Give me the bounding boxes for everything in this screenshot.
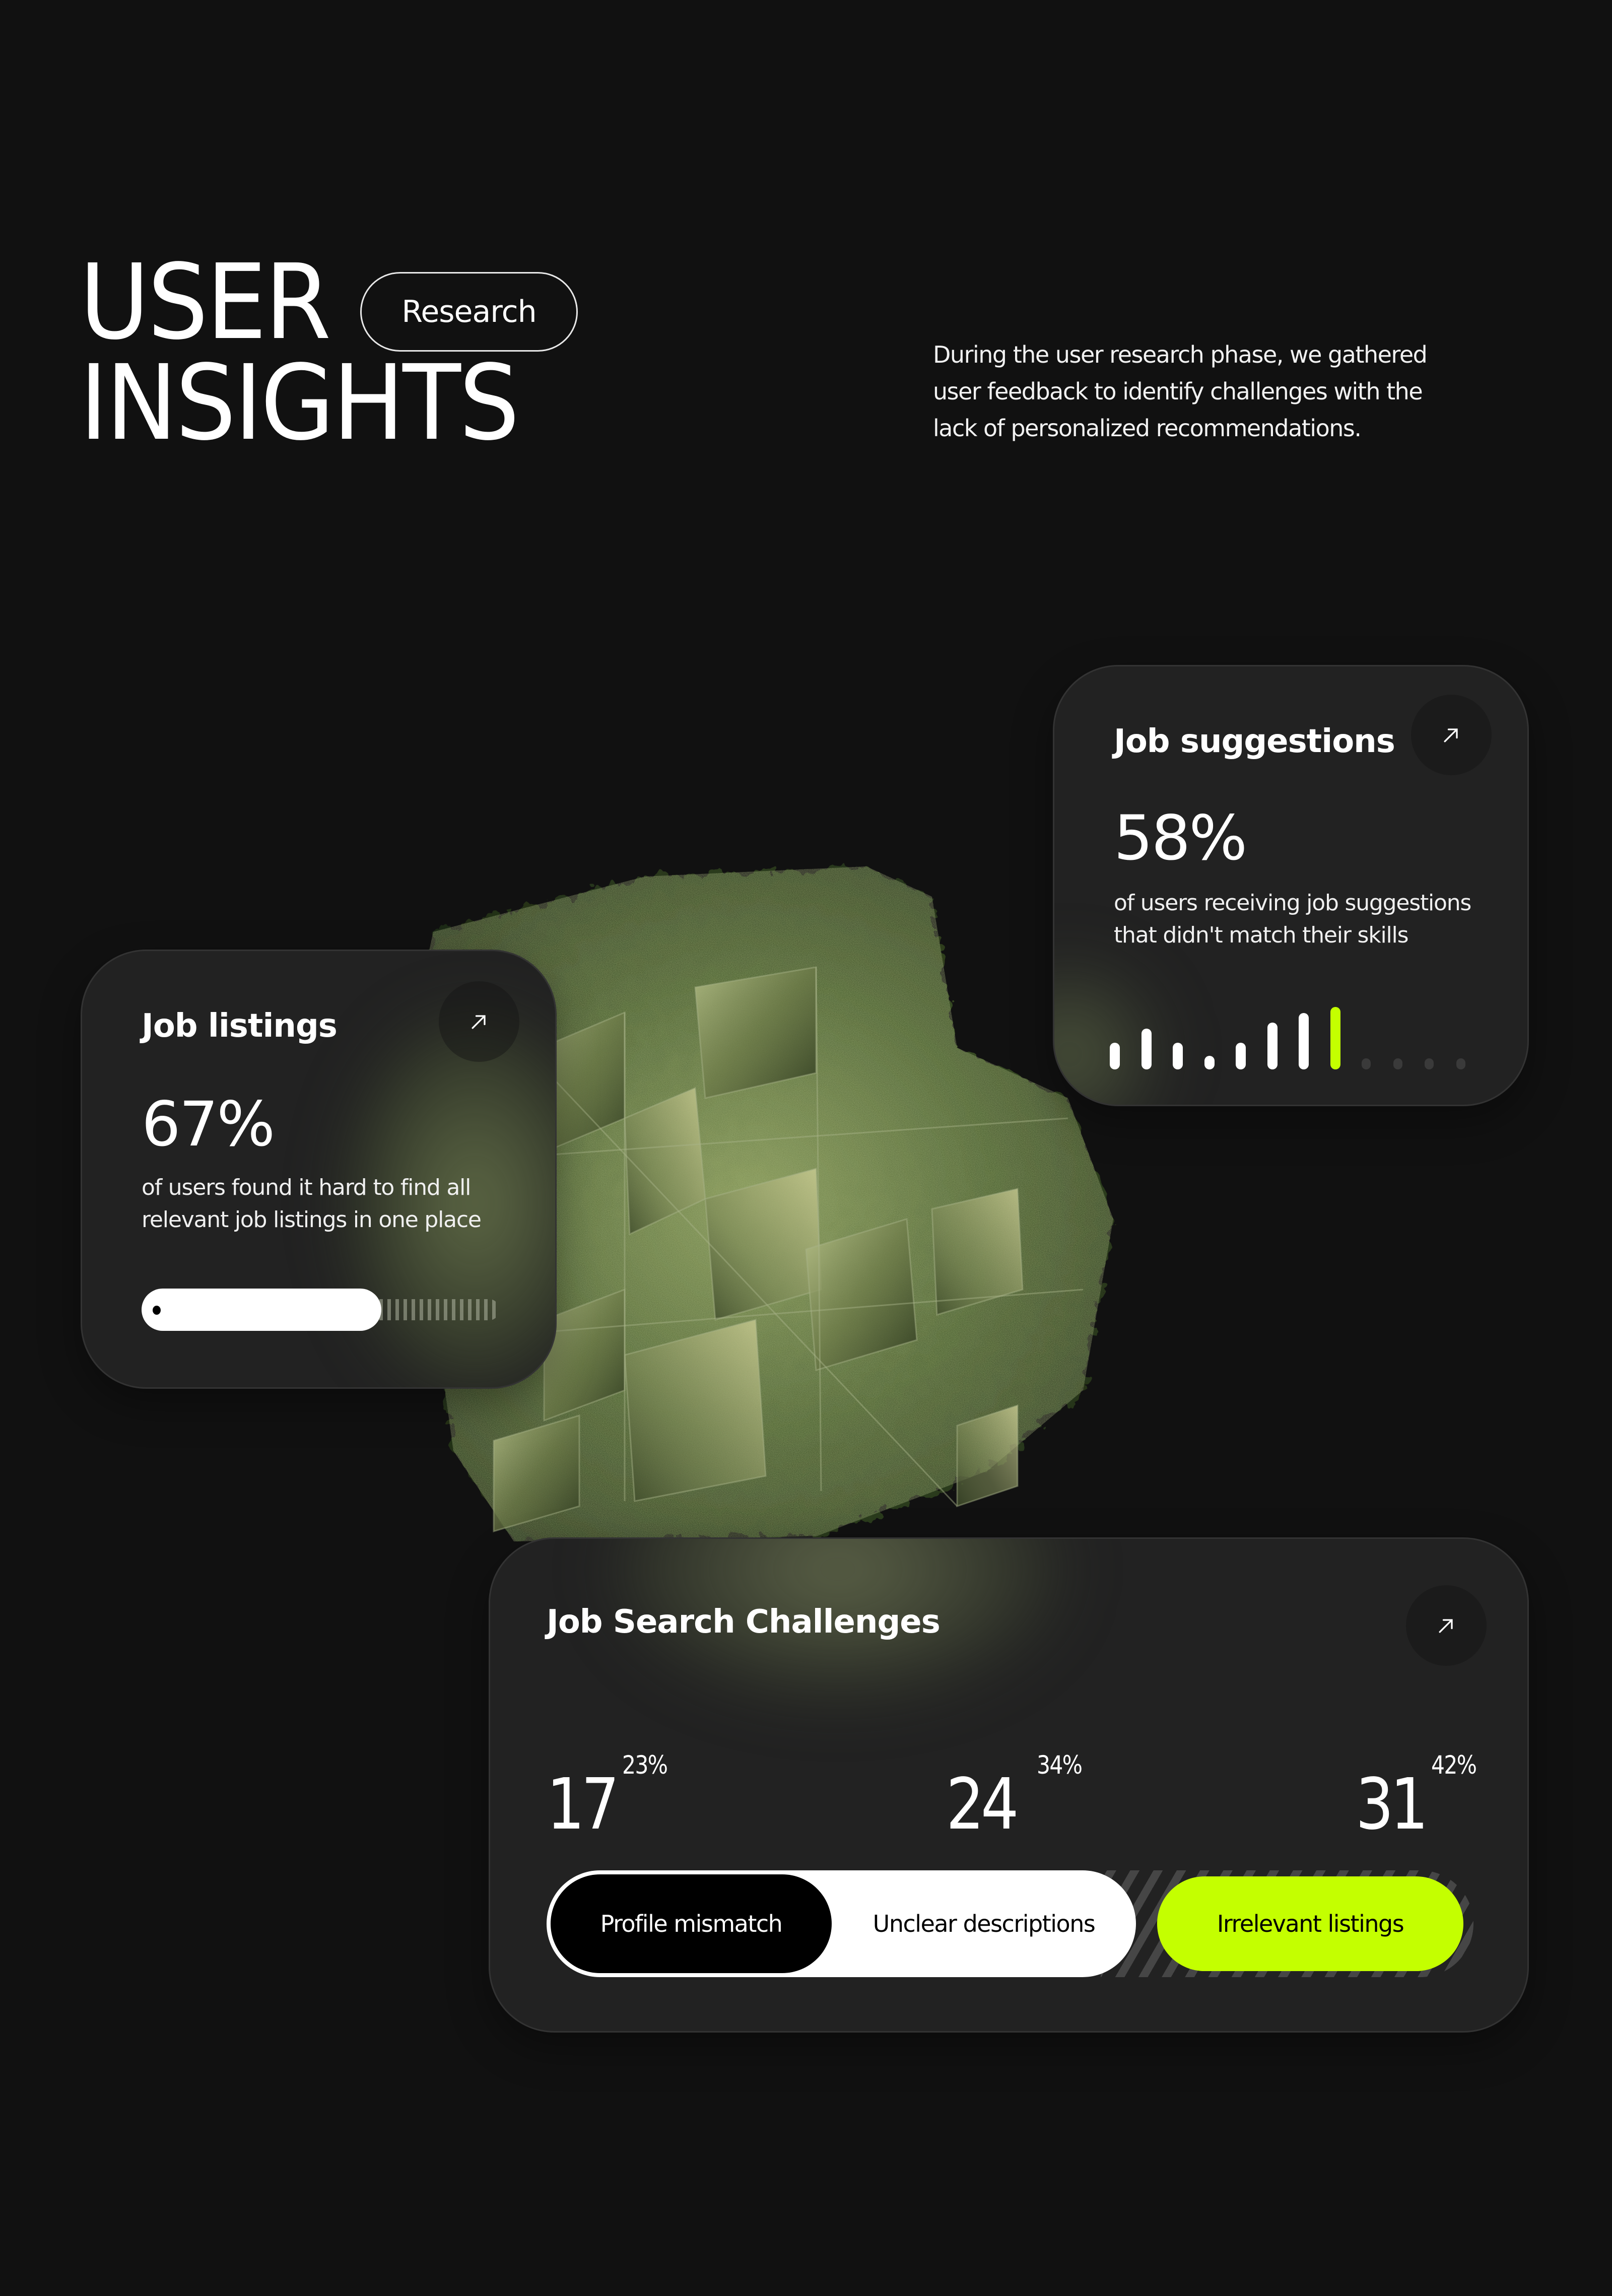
challenge-percent: 34% — [1037, 1750, 1083, 1780]
arrow-up-right-icon — [1444, 728, 1458, 742]
job-suggestions-open-button[interactable] — [1411, 695, 1492, 775]
challenge-count: 17 — [547, 1764, 620, 1846]
job-suggestions-stat: 58% — [1114, 802, 1247, 874]
bar — [1204, 1056, 1215, 1069]
bar — [1236, 1043, 1246, 1069]
challenge-count: 24 — [946, 1764, 1019, 1846]
progress-track — [371, 1299, 499, 1320]
job-suggestions-title: Job suggestions — [1114, 723, 1395, 760]
bar-highlight — [1330, 1007, 1340, 1069]
challenge-count: 31 — [1356, 1764, 1429, 1846]
bar-placeholder — [1362, 1058, 1371, 1069]
job-listings-stat: 67% — [142, 1089, 275, 1160]
bar-placeholder — [1425, 1058, 1434, 1069]
job-search-challenges-title: Job Search Challenges — [547, 1603, 941, 1641]
job-search-challenges-open-button[interactable] — [1406, 1585, 1487, 1666]
bar — [1141, 1029, 1152, 1069]
bar — [1173, 1043, 1183, 1069]
bar — [1110, 1043, 1120, 1069]
bar-placeholder — [1393, 1058, 1402, 1069]
bar-placeholder — [1456, 1058, 1465, 1069]
arrow-up-right-icon — [1439, 1619, 1453, 1633]
job-listings-description: of users found it hard to find all relev… — [142, 1175, 482, 1233]
challenge-percent: 42% — [1431, 1750, 1477, 1780]
job-listings-progress-bar — [142, 1289, 499, 1331]
arrow-up-right-icon — [472, 1015, 486, 1029]
segment-profile-mismatch[interactable]: Profile mismatch — [551, 1874, 832, 1973]
challenge-percent: 23% — [622, 1750, 668, 1780]
job-suggestions-description: of users receiving job suggestions that … — [1114, 890, 1471, 948]
bar — [1299, 1013, 1309, 1069]
job-suggestions-card: Job suggestions 58% of users receiving j… — [1053, 665, 1529, 1106]
job-search-challenges-card: Job Search Challenges 17 23% 24 34% 31 4… — [489, 1537, 1529, 2033]
segment-irrelevant-listings[interactable]: Irrelevant listings — [1157, 1876, 1463, 1971]
title-line-2: INSIGHTS — [80, 343, 520, 463]
progress-fill — [142, 1289, 381, 1331]
intro-description: During the user research phase, we gathe… — [933, 341, 1428, 442]
job-suggestions-bar-chart — [1110, 989, 1493, 1069]
job-listings-open-button[interactable] — [439, 981, 519, 1062]
challenge-segments: Profile mismatch Unclear descriptions Ir… — [547, 1870, 1473, 1977]
research-tag: Research — [360, 272, 578, 352]
job-listings-title: Job listings — [142, 1007, 338, 1045]
job-listings-card: Job listings 67% of users found it hard … — [81, 950, 557, 1389]
segment-unclear-descriptions[interactable]: Unclear descriptions — [832, 1870, 1136, 1977]
progress-dot — [153, 1306, 161, 1315]
bar — [1267, 1023, 1278, 1069]
